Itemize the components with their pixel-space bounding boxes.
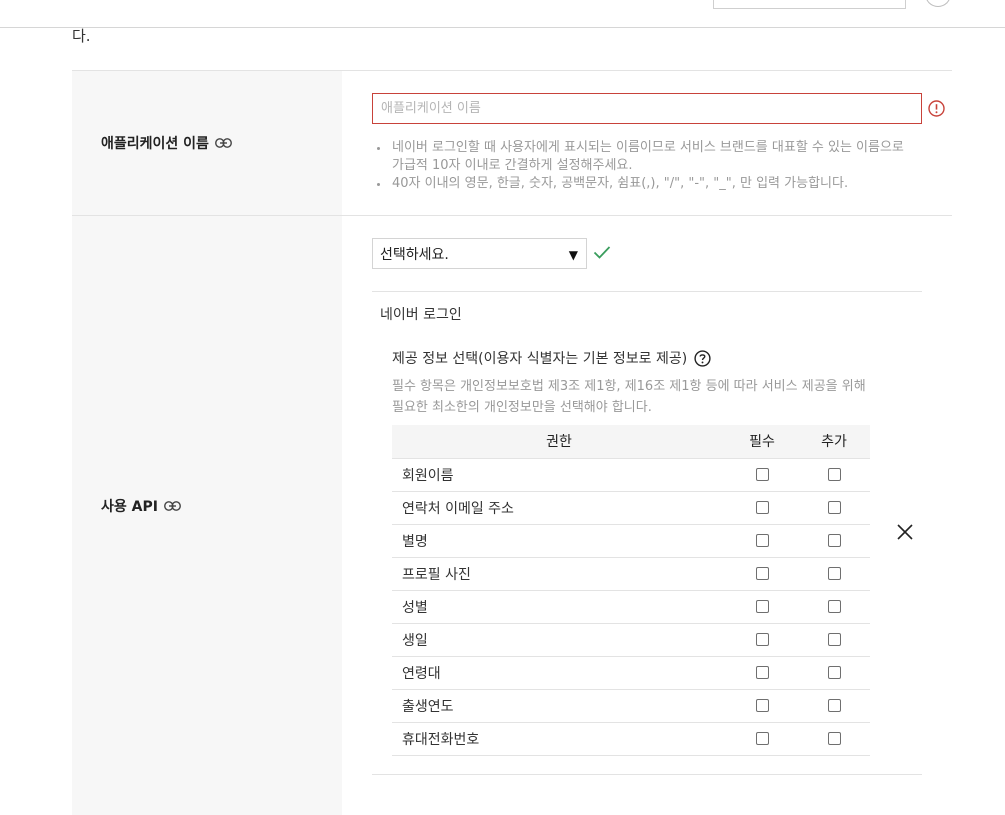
close-icon[interactable] <box>897 524 913 540</box>
table-row: 휴대전화번호 <box>392 722 870 756</box>
header-required: 필수 <box>726 425 798 459</box>
required-checkbox[interactable] <box>755 600 769 613</box>
optional-checkbox[interactable] <box>827 567 841 580</box>
app-name-label-text: 애플리케이션 이름 <box>101 136 209 152</box>
required-checkbox[interactable] <box>755 501 769 514</box>
app-name-input[interactable] <box>372 93 922 124</box>
required-checkbox[interactable] <box>755 567 769 580</box>
check-icon <box>593 246 611 259</box>
app-name-label: 애플리케이션 이름 <box>101 133 232 153</box>
table-row: 별명 <box>392 524 870 558</box>
info-title: 제공 정보 선택(이용자 식별자는 기본 정보로 제공) <box>392 348 711 368</box>
required-checkbox[interactable] <box>755 534 769 547</box>
permission-name: 프로필 사진 <box>392 557 726 591</box>
optional-checkbox[interactable] <box>827 732 841 745</box>
permission-name: 회원이름 <box>392 458 726 492</box>
table-header-row: 권한 필수 추가 <box>392 425 870 459</box>
header-search-input[interactable] <box>713 0 906 9</box>
permission-name: 별명 <box>392 524 726 558</box>
permission-name: 연령대 <box>392 656 726 690</box>
api-label: 사용 API <box>101 496 181 516</box>
table-row: 성별 <box>392 590 870 624</box>
required-checkbox[interactable] <box>755 666 769 679</box>
divider <box>372 291 922 292</box>
optional-checkbox[interactable] <box>827 468 841 481</box>
permission-name: 성별 <box>392 590 726 624</box>
api-group-title: 네이버 로그인 <box>380 307 462 323</box>
api-section: 사용 API 선택하세요. ▼ 네이버 로그인 제공 정보 선택(이용자 식별자… <box>72 215 952 815</box>
link-icon[interactable] <box>164 501 181 511</box>
table-row: 프로필 사진 <box>392 557 870 591</box>
table-row: 연락처 이메일 주소 <box>392 491 870 525</box>
intro-text-tail: 다. <box>72 27 91 45</box>
permission-name: 연락처 이메일 주소 <box>392 491 726 525</box>
note-item: 40자 이내의 영문, 한글, 숫자, 공백문자, 쉼표(,), "/", "-… <box>372 175 917 193</box>
app-name-section: 애플리케이션 이름 네이버 로그인할 때 사용자에게 표시되는 이름이므로 서비… <box>72 70 952 215</box>
optional-checkbox[interactable] <box>827 699 841 712</box>
info-title-text: 제공 정보 선택(이용자 식별자는 기본 정보로 제공) <box>392 351 688 367</box>
optional-checkbox[interactable] <box>827 534 841 547</box>
error-icon <box>928 100 945 117</box>
divider <box>372 774 922 775</box>
caret-down-icon: ▼ <box>568 248 578 262</box>
permission-name: 생일 <box>392 623 726 657</box>
permission-name: 휴대전화번호 <box>392 722 726 756</box>
required-checkbox[interactable] <box>755 468 769 481</box>
info-description: 필수 항목은 개인정보보호법 제3조 제1항, 제16조 제1항 등에 따라 서… <box>392 379 866 415</box>
note-item: 네이버 로그인할 때 사용자에게 표시되는 이름이므로 서비스 브랜드를 대표할… <box>372 139 917 175</box>
help-icon[interactable] <box>694 349 711 367</box>
permission-table: 권한 필수 추가 회원이름 연락처 이메일 주소 별명 프로필 사진 성별 생일… <box>392 425 870 756</box>
required-checkbox[interactable] <box>755 732 769 745</box>
table-row: 회원이름 <box>392 458 870 492</box>
link-icon[interactable] <box>215 138 232 148</box>
optional-checkbox[interactable] <box>827 633 841 646</box>
optional-checkbox[interactable] <box>827 600 841 613</box>
required-checkbox[interactable] <box>755 633 769 646</box>
header-profile-button[interactable] <box>925 0 951 7</box>
permission-name: 출생연도 <box>392 689 726 723</box>
top-header <box>0 0 1005 28</box>
header-optional: 추가 <box>798 425 870 459</box>
table-row: 연령대 <box>392 656 870 690</box>
app-name-notes: 네이버 로그인할 때 사용자에게 표시되는 이름이므로 서비스 브랜드를 대표할… <box>372 139 917 193</box>
api-select-value: 선택하세요. <box>380 246 449 263</box>
table-row: 생일 <box>392 623 870 657</box>
optional-checkbox[interactable] <box>827 501 841 514</box>
api-select[interactable]: 선택하세요. ▼ <box>372 238 587 269</box>
table-row: 출생연도 <box>392 689 870 723</box>
required-checkbox[interactable] <box>755 699 769 712</box>
header-permission: 권한 <box>392 425 726 459</box>
api-label-text: 사용 API <box>101 499 158 515</box>
optional-checkbox[interactable] <box>827 666 841 679</box>
